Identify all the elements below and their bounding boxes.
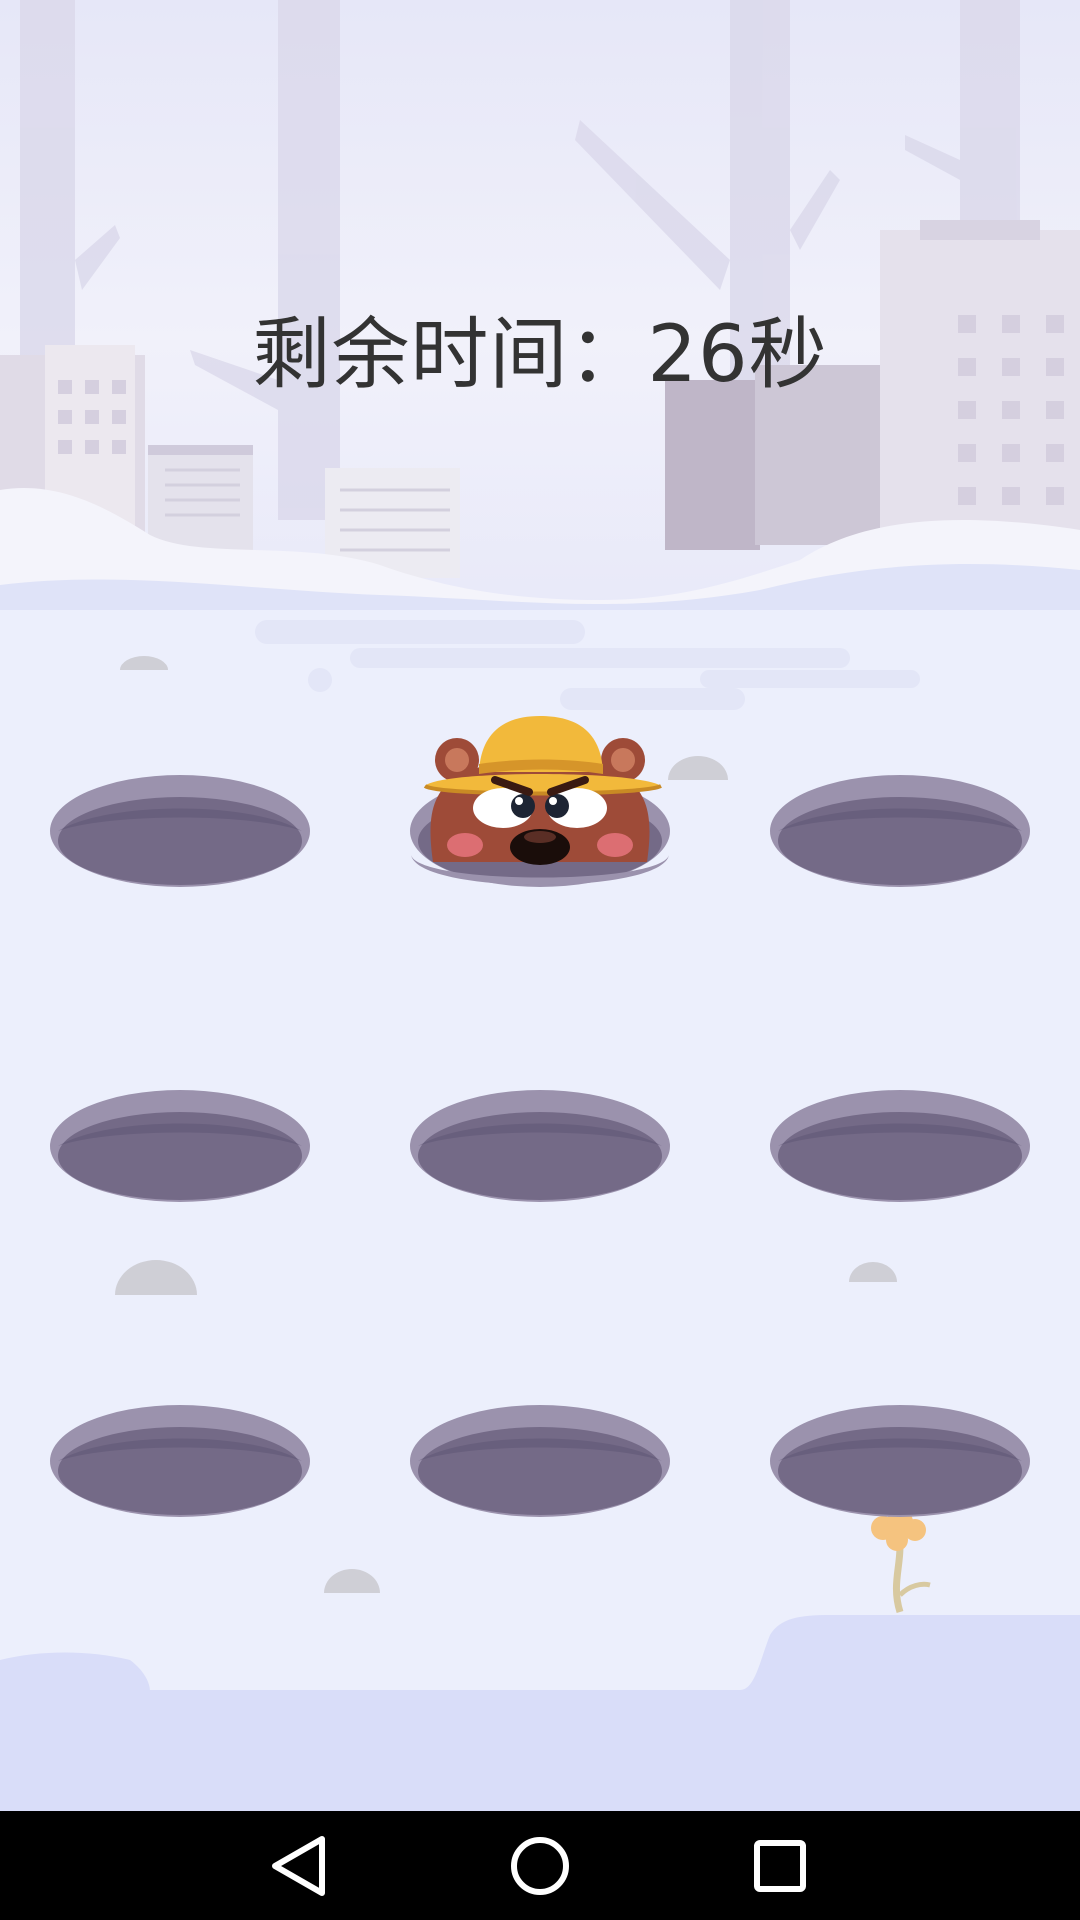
hole-2-front-rim: [411, 855, 669, 885]
recent-apps-icon: [754, 1840, 806, 1892]
nav-recent-apps-button[interactable]: [710, 1811, 850, 1920]
mole-hole-1[interactable]: [49, 773, 311, 889]
mole-hole-8[interactable]: [409, 1403, 671, 1519]
mole-character[interactable]: [409, 700, 671, 865]
mole-hole-6[interactable]: [769, 1088, 1031, 1204]
mole-hole-4[interactable]: [49, 1088, 311, 1204]
time-remaining-label: 剩余时间：26秒: [252, 310, 828, 400]
mole-hole-7[interactable]: [49, 1403, 311, 1519]
back-icon: [272, 1836, 325, 1896]
nav-back-button[interactable]: [230, 1811, 370, 1920]
game-screen: 剩余时间：26秒: [0, 0, 1080, 1920]
mole-hole-9[interactable]: [769, 1403, 1031, 1519]
home-icon: [511, 1837, 569, 1895]
winter-city-background: [0, 0, 1080, 1811]
mole-hole-5[interactable]: [409, 1088, 671, 1204]
nav-home-button[interactable]: [470, 1811, 610, 1920]
mole-hole-3[interactable]: [769, 773, 1031, 889]
